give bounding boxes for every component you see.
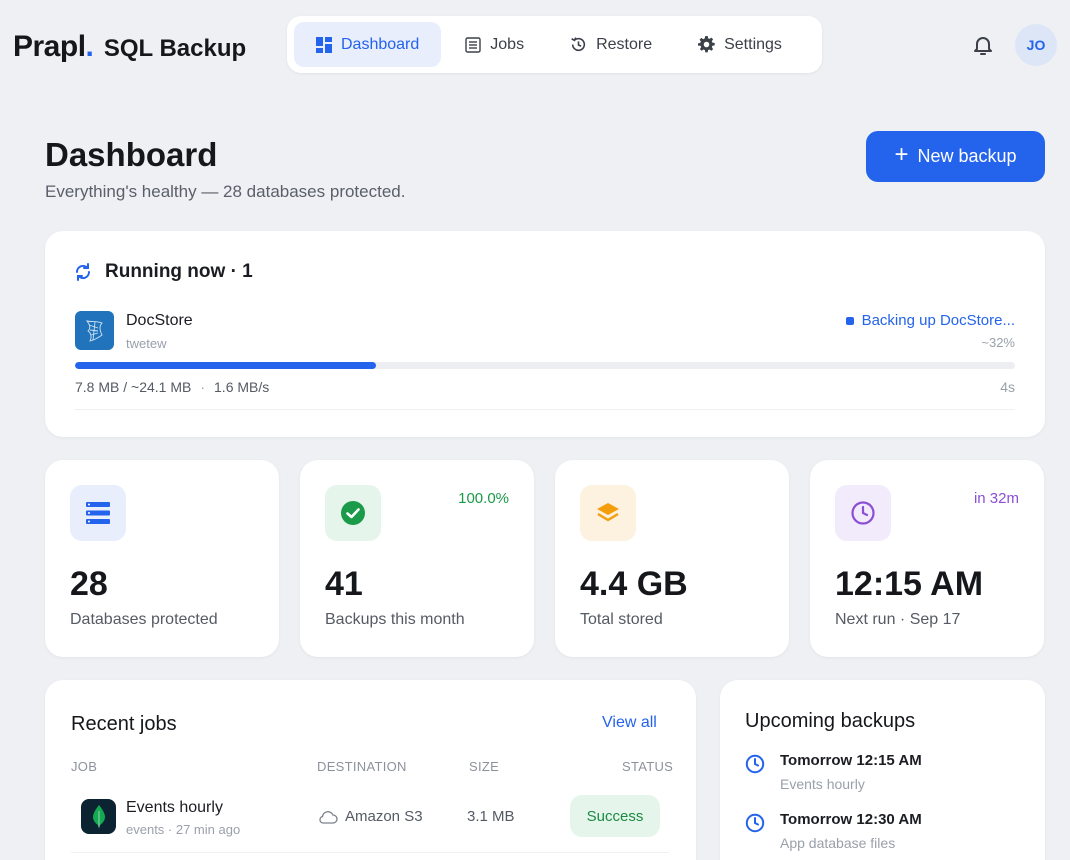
column-header-job: JOB xyxy=(71,759,98,774)
brand-logo: Prapl xyxy=(13,30,86,63)
stat-label: Next run · Sep 17 xyxy=(835,611,961,628)
clock-icon xyxy=(835,485,891,541)
column-header-status: STATUS xyxy=(622,759,674,774)
upcoming-backups-title: Upcoming backups xyxy=(745,710,916,732)
nav-item-settings[interactable]: Settings xyxy=(676,22,804,67)
plus-icon: + xyxy=(894,141,909,168)
stat-value: 4.4 GB xyxy=(580,565,688,603)
product-name: SQL Backup xyxy=(103,35,247,62)
database-list-icon xyxy=(70,485,126,541)
nav-item-label: Dashboard xyxy=(341,35,420,53)
layers-icon xyxy=(580,485,636,541)
running-job-percent: ~32% xyxy=(981,335,1015,350)
new-backup-label: New backup xyxy=(917,146,1017,166)
status-badge: Success xyxy=(570,795,660,837)
running-job-elapsed: 4s xyxy=(1000,379,1015,395)
page-title: Dashboard xyxy=(45,136,218,173)
nav-item-label: Settings xyxy=(724,35,782,53)
job-sub: events · 27 min ago xyxy=(126,822,241,837)
running-job-sub: twetew xyxy=(126,336,167,351)
sync-icon xyxy=(75,263,91,281)
nav-item-label: Jobs xyxy=(490,35,525,53)
running-job-meta: 7.8 MB / ~24.1 MB · 1.6 MB/s xyxy=(75,379,269,395)
nav-item-jobs[interactable]: Jobs xyxy=(443,22,546,67)
stat-badge: in 32m xyxy=(973,490,1019,507)
sqlserver-icon xyxy=(75,311,114,350)
running-job-transferred: 7.8 MB / ~24.1 MB xyxy=(75,379,192,395)
brand-logo-dot: . xyxy=(85,30,94,63)
nav-item-restore[interactable]: Restore xyxy=(548,22,674,67)
upcoming-name: Events hourly xyxy=(780,776,865,792)
stat-label: Total stored xyxy=(580,611,663,628)
divider xyxy=(75,409,1015,410)
nav-item-dashboard[interactable]: Dashboard xyxy=(294,22,442,67)
stat-value: 12:15 AM xyxy=(835,565,984,603)
jobs-list-icon xyxy=(465,36,481,53)
avatar[interactable]: JO xyxy=(1015,24,1057,66)
stat-label: Backups this month xyxy=(325,611,465,628)
restore-icon xyxy=(571,37,586,52)
recent-jobs-title: Recent jobs xyxy=(71,713,177,735)
job-name[interactable]: Events hourly xyxy=(126,799,223,817)
status-dot-icon xyxy=(845,316,854,325)
clock-icon xyxy=(745,754,765,774)
stat-value: 28 xyxy=(70,565,108,603)
stat-label: Databases protected xyxy=(70,611,218,628)
gear-icon xyxy=(698,36,715,53)
job-destination: Amazon S3 xyxy=(318,808,423,825)
cloud-icon xyxy=(319,810,338,824)
running-job-status-text: Backing up DocStore... xyxy=(861,312,1015,329)
bell-icon[interactable] xyxy=(971,33,995,57)
stat-value: 41 xyxy=(325,565,363,603)
top-nav: Dashboard Jobs Restore Settings xyxy=(287,16,822,73)
running-now-card: Running now · 1 DocStore twetew Backing … xyxy=(45,231,1045,437)
view-all-link[interactable]: View all xyxy=(602,714,657,732)
dashboard-icon xyxy=(316,36,332,53)
running-job-rate: 1.6 MB/s xyxy=(214,379,270,395)
upcoming-time: Tomorrow 12:30 AM xyxy=(780,811,922,828)
recent-jobs-card: Recent jobs View all JOB DESTINATION SIZ… xyxy=(45,680,696,860)
upcoming-name: App database files xyxy=(780,835,896,851)
divider xyxy=(71,852,669,853)
stat-card-backups: 100.0% 41 Backups this month xyxy=(300,460,534,657)
job-destination-label: Amazon S3 xyxy=(345,808,423,825)
running-now-title: Running now · 1 xyxy=(105,261,253,282)
job-size: 3.1 MB xyxy=(467,808,515,825)
stat-card-next-run: in 32m 12:15 AM Next run · Sep 17 xyxy=(810,460,1044,657)
nav-item-label: Restore xyxy=(596,35,653,53)
meta-separator: · xyxy=(200,379,206,395)
stat-card-storage: 4.4 GB Total stored xyxy=(555,460,789,657)
stat-card-databases: 28 Databases protected xyxy=(45,460,279,657)
mongodb-leaf-icon xyxy=(81,799,116,834)
progress-bar xyxy=(75,362,1015,369)
upcoming-backups-card: Upcoming backups Tomorrow 12:15 AM Event… xyxy=(720,680,1045,860)
check-circle-icon xyxy=(325,485,381,541)
running-now-header: Running now · 1 xyxy=(73,261,253,283)
column-header-size: SIZE xyxy=(469,759,500,774)
page-subtitle: Everything's healthy — 28 databases prot… xyxy=(45,182,406,201)
column-header-destination: DESTINATION xyxy=(317,759,407,774)
upcoming-time: Tomorrow 12:15 AM xyxy=(780,752,922,769)
running-job-status: Backing up DocStore... xyxy=(845,312,1015,329)
progress-bar-fill xyxy=(75,362,376,369)
new-backup-button[interactable]: + New backup xyxy=(866,131,1045,182)
stat-badge: 100.0% xyxy=(458,490,509,507)
running-job-name: DocStore xyxy=(126,312,193,329)
clock-icon xyxy=(745,813,765,833)
brand: Prapl. SQL Backup xyxy=(13,30,246,64)
